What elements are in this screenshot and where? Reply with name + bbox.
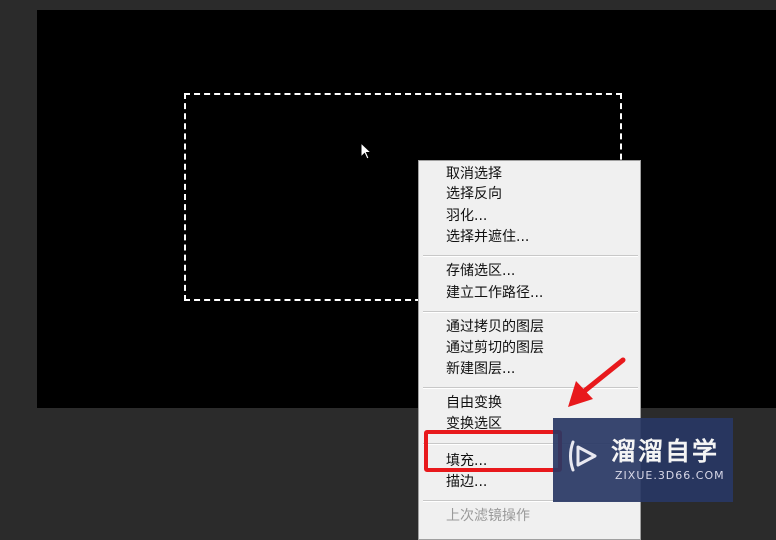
- menu-separator: [423, 255, 638, 257]
- fill-highlight-box: [424, 430, 562, 472]
- menu-item-save-selection[interactable]: 存储选区...: [446, 261, 515, 281]
- menu-item-last-filter: 上次滤镜操作: [446, 508, 530, 524]
- menu-item-deselect[interactable]: 取消选择: [446, 164, 502, 184]
- menu-item-new-layer[interactable]: 新建图层...: [446, 359, 515, 379]
- menu-item-select-inverse[interactable]: 选择反向: [446, 184, 502, 204]
- menu-item-layer-via-copy[interactable]: 通过拷贝的图层: [446, 317, 544, 337]
- watermark-title: 溜溜自学: [611, 437, 720, 466]
- menu-item-stroke[interactable]: 描边...: [446, 472, 487, 492]
- workspace: 取消选择 选择反向 羽化... 选择并遮住... 存储选区... 建立工作路径.…: [0, 0, 776, 540]
- menu-item-select-and-mask[interactable]: 选择并遮住...: [446, 227, 529, 247]
- menu-item-make-work-path[interactable]: 建立工作路径...: [446, 283, 543, 303]
- menu-item-layer-via-cut[interactable]: 通过剪切的图层: [446, 338, 544, 358]
- watermark-subtitle: ZIXUE.3D66.COM: [615, 469, 725, 482]
- red-arrow-icon: [568, 357, 626, 407]
- menu-item-feather[interactable]: 羽化...: [446, 206, 487, 226]
- menu-separator: [423, 311, 638, 313]
- menu-item-free-transform[interactable]: 自由变换: [446, 393, 502, 413]
- watermark: 溜溜自学 ZIXUE.3D66.COM: [553, 418, 733, 502]
- mouse-cursor-icon: [360, 142, 373, 160]
- play-logo-icon: [569, 440, 597, 472]
